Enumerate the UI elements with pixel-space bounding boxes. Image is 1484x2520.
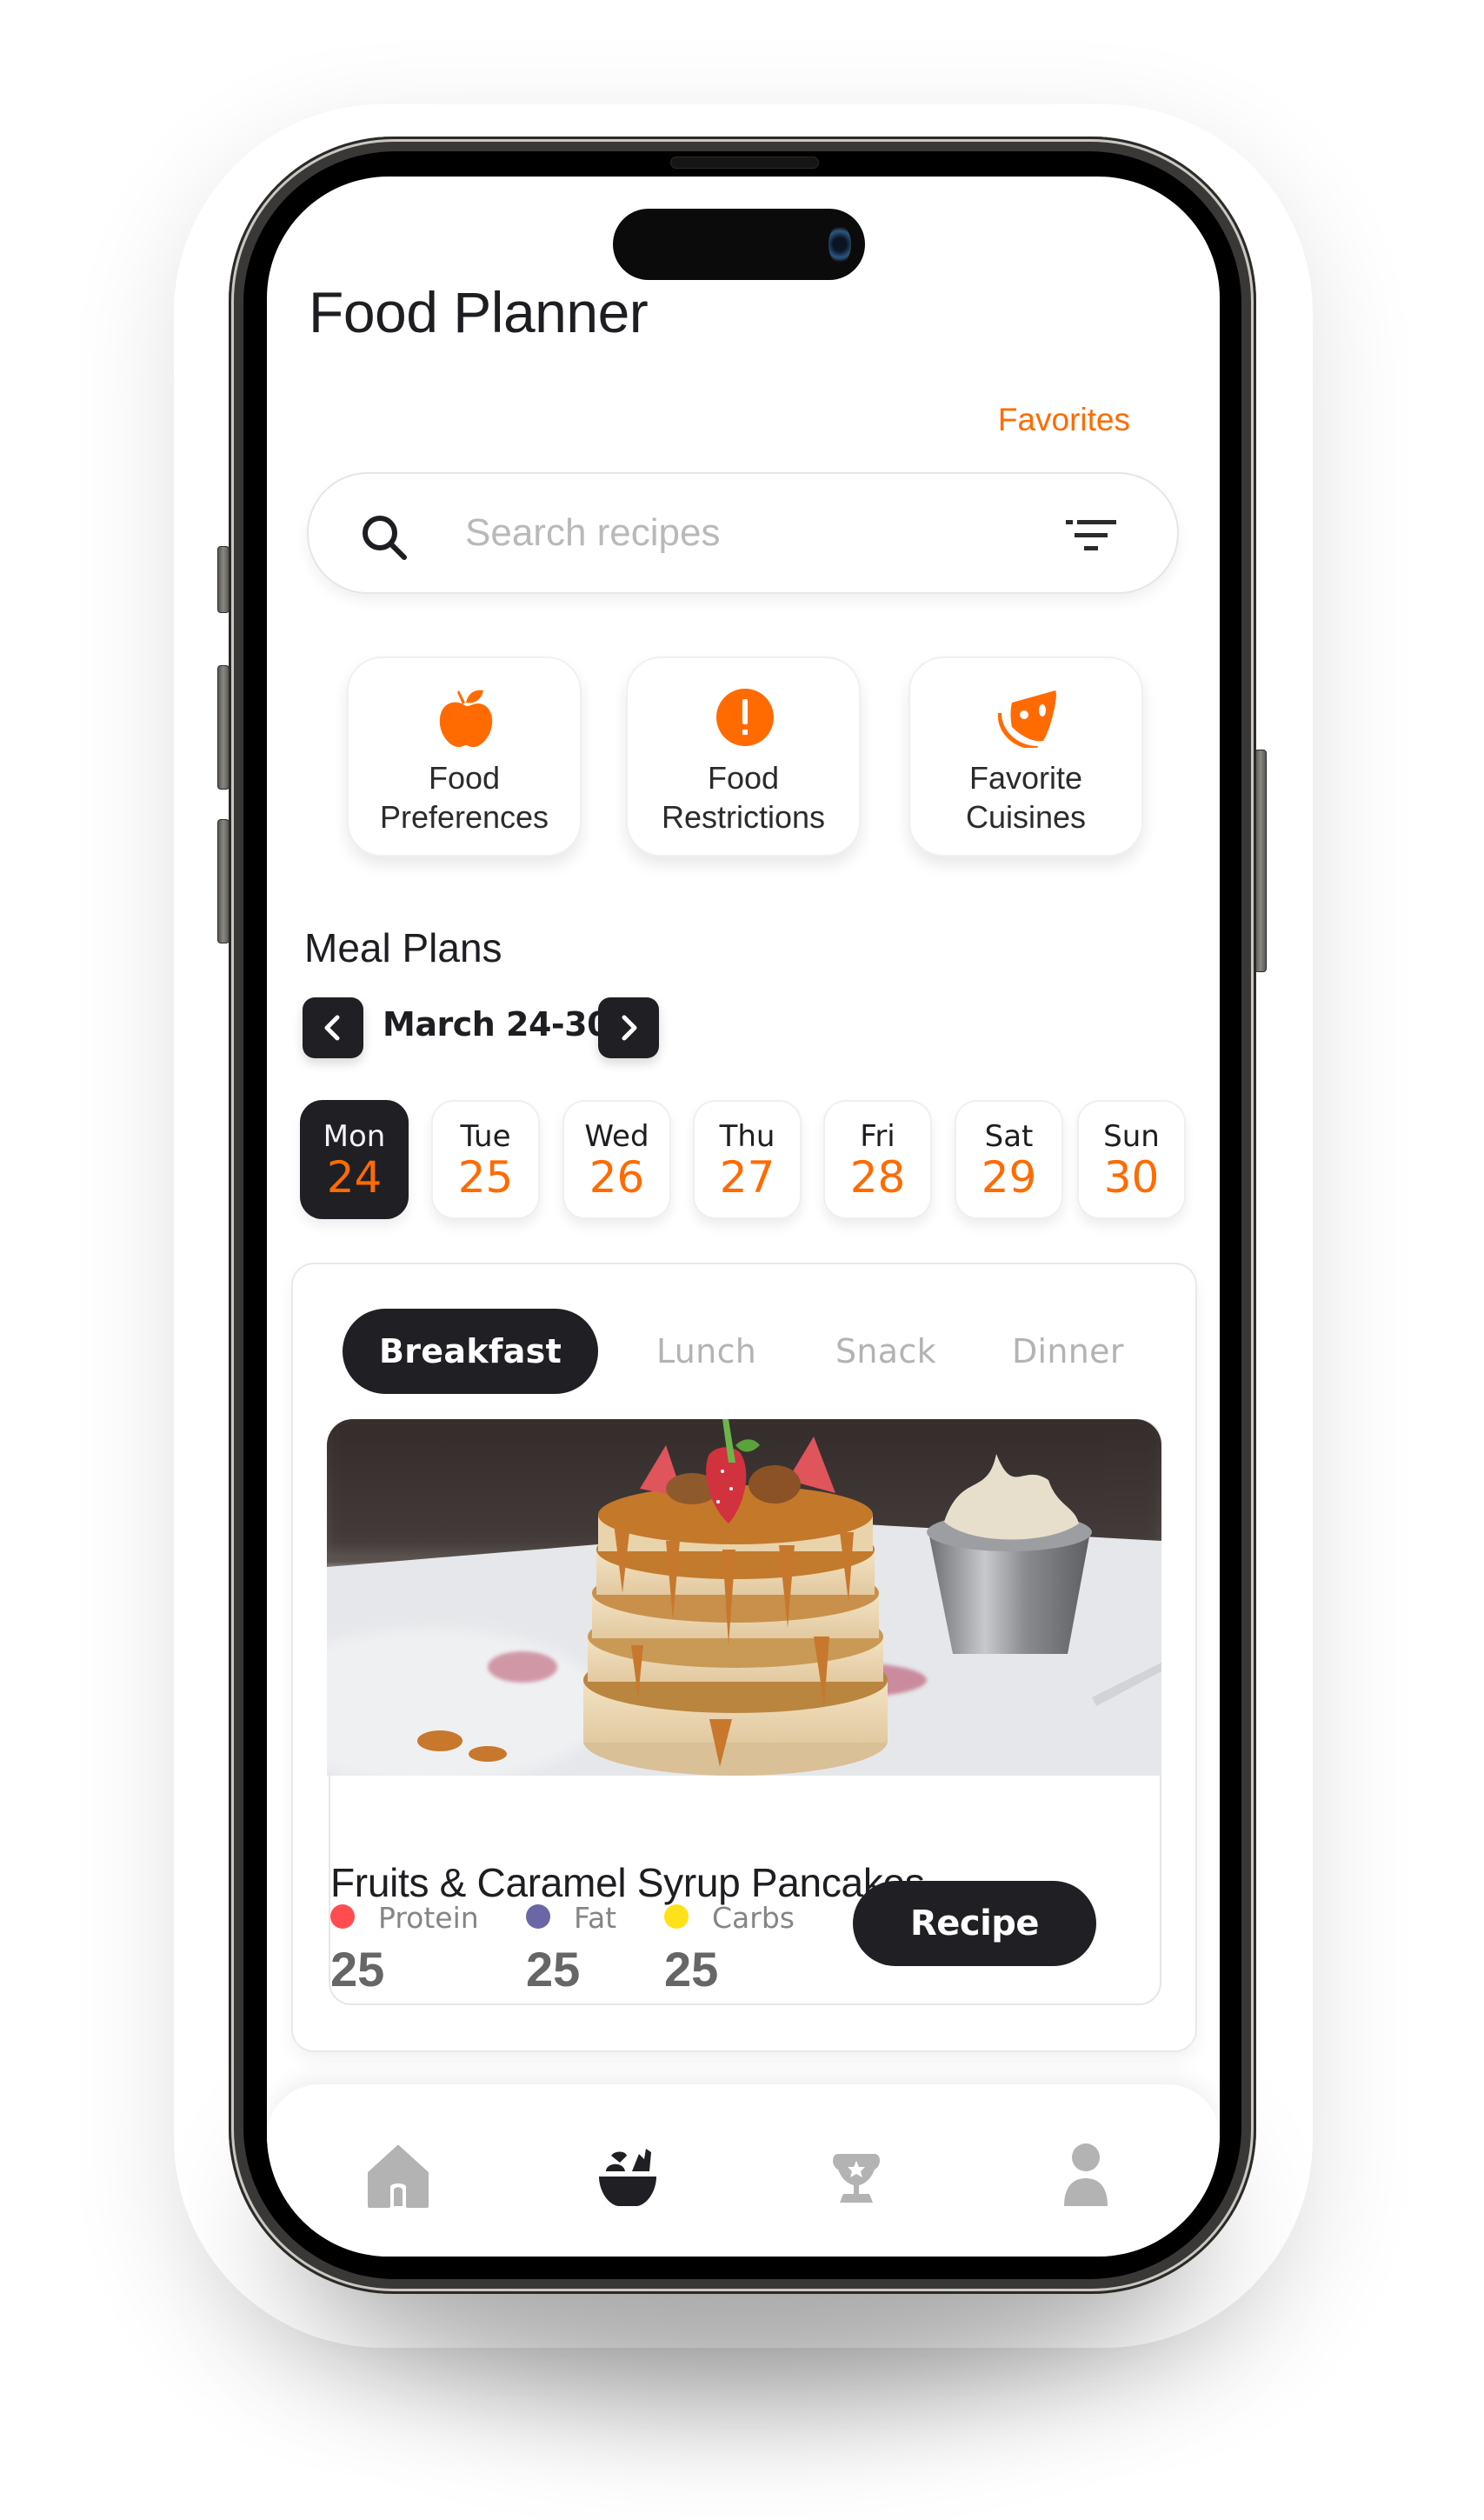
search-input[interactable] [465, 500, 1021, 566]
food-bowl-icon [599, 2149, 656, 2206]
tab-lunch[interactable]: Lunch [656, 1309, 756, 1394]
volume-down-button [217, 819, 230, 943]
macro-value: 25 [664, 1942, 719, 1997]
macro-value: 25 [330, 1942, 385, 1997]
apple-icon [439, 690, 493, 748]
day-name: Mon [323, 1119, 386, 1154]
macro-label: Protein [378, 1901, 479, 1935]
day-chip-mon[interactable]: Mon 24 [300, 1100, 409, 1219]
filter-icon[interactable] [1066, 520, 1116, 551]
alert-circle-icon [716, 689, 774, 746]
meal-plan-card: Breakfast Lunch Snack Dinner Fruits & Ca… [291, 1263, 1197, 2052]
next-week-button[interactable] [598, 997, 659, 1058]
pancakes-illustration [327, 1419, 1161, 1776]
macro-label: Fat [574, 1901, 617, 1935]
macro-value: 25 [526, 1942, 581, 1997]
day-name: Sun [1103, 1119, 1160, 1154]
nav-achievements[interactable] [817, 2137, 895, 2215]
tab-dinner[interactable]: Dinner [1012, 1309, 1124, 1394]
day-name: Sat [984, 1119, 1034, 1154]
food-preferences-label: Food Preferences [379, 760, 549, 835]
home-icon [368, 2145, 429, 2208]
day-chip-sat[interactable]: Sat 29 [955, 1100, 1063, 1219]
protein-dot-icon [330, 1904, 355, 1929]
recipe-title: Fruits & Caramel Syrup Pancakes [330, 1860, 925, 1905]
volume-up-button [217, 665, 230, 790]
day-chip-wed[interactable]: Wed 26 [562, 1100, 671, 1219]
bottom-navigation [267, 2084, 1220, 2257]
search-icon[interactable] [359, 512, 409, 563]
meal-plans-heading: Meal Plans [304, 925, 502, 970]
day-date: 24 [326, 1152, 383, 1203]
day-chip-fri[interactable]: Fri 28 [823, 1100, 932, 1219]
day-chip-tue[interactable]: Tue 25 [431, 1100, 540, 1219]
recipe-button[interactable]: Recipe [853, 1881, 1096, 1966]
power-button [1254, 750, 1267, 972]
day-chip-sun[interactable]: Sun 30 [1077, 1100, 1186, 1219]
tab-breakfast[interactable]: Breakfast [343, 1309, 599, 1394]
day-date: 26 [589, 1152, 645, 1203]
trophy-icon [833, 2154, 880, 2203]
front-camera-icon [829, 225, 851, 263]
day-date: 30 [1103, 1152, 1160, 1203]
nav-meals[interactable] [589, 2137, 667, 2215]
pizza-slice-icon [998, 690, 1056, 748]
dynamic-island [613, 209, 865, 280]
favorite-cuisines-card[interactable]: Favorite Cuisines [908, 657, 1143, 857]
food-restrictions-card[interactable]: Food Restrictions [626, 657, 861, 857]
carbs-dot-icon [664, 1904, 689, 1929]
person-icon [1064, 2143, 1108, 2206]
page-title: Food Planner [309, 280, 649, 344]
nav-profile[interactable] [1047, 2137, 1125, 2215]
day-date: 25 [457, 1152, 514, 1203]
nav-home[interactable] [359, 2137, 437, 2215]
day-date: 27 [719, 1152, 775, 1203]
search-bar[interactable] [307, 472, 1179, 594]
action-button [217, 546, 230, 613]
food-restrictions-label: Food Restrictions [661, 760, 826, 835]
day-chip-thu[interactable]: Thu 27 [693, 1100, 802, 1219]
chevron-right-icon [622, 1015, 637, 1041]
day-name: Wed [584, 1119, 649, 1154]
tab-snack[interactable]: Snack [835, 1309, 936, 1394]
earpiece-speaker [670, 157, 819, 169]
previous-week-button[interactable] [303, 997, 363, 1058]
day-date: 29 [981, 1152, 1037, 1203]
chevron-left-icon [324, 1015, 340, 1041]
day-date: 28 [849, 1152, 906, 1203]
phone-screen: Food Planner Favorites FoodPreferences [267, 177, 1220, 2257]
day-name: Tue [460, 1119, 511, 1154]
food-preferences-card[interactable]: Food Preferences [347, 657, 582, 857]
pancakes-photo[interactable] [327, 1419, 1161, 1776]
day-name: Thu [719, 1119, 775, 1154]
week-range-label: March 24-30 [383, 1005, 610, 1043]
macro-label: Carbs [712, 1901, 795, 1935]
favorites-link[interactable]: Favorites [998, 402, 1130, 438]
favorite-cuisines-label: Favorite Cuisines [965, 760, 1087, 835]
fat-dot-icon [526, 1904, 550, 1929]
day-name: Fri [860, 1119, 895, 1154]
